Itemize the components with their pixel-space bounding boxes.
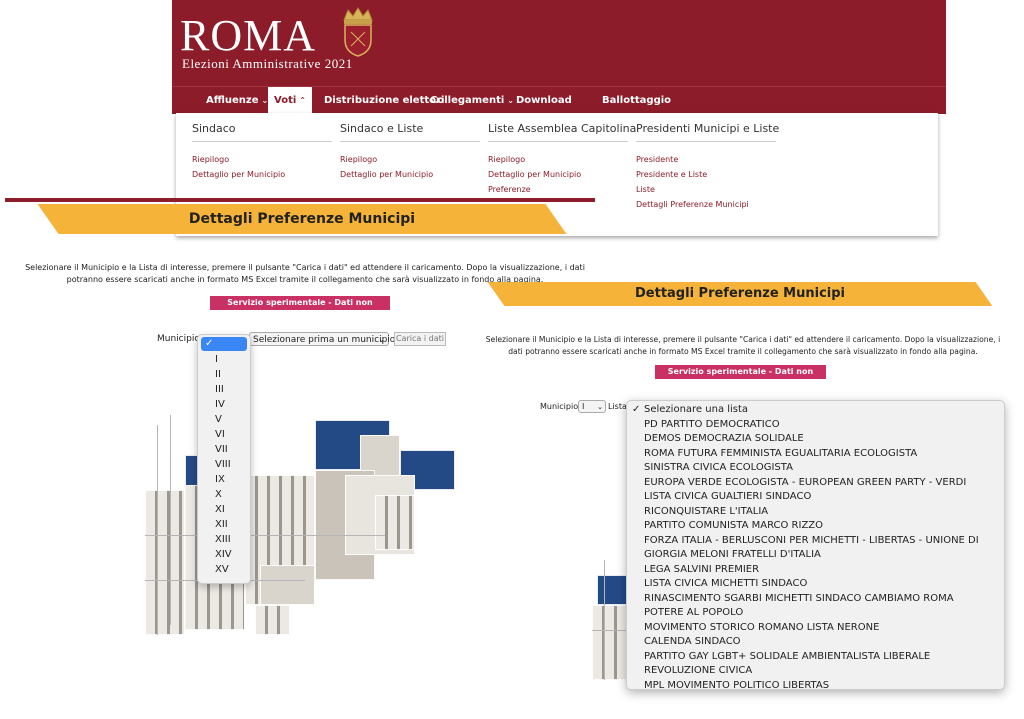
checkmark-icon: ✓ — [632, 404, 641, 415]
municipio-option[interactable]: VII — [215, 444, 228, 455]
lista-select[interactable]: Selezionare prima un municipio ⌄ — [249, 332, 395, 346]
municipio-dropdown-list[interactable]: ✓ I II III IV V VI VII VIII IX X XI XII … — [197, 334, 251, 584]
lista-option[interactable]: FORZA ITALIA - BERLUSCONI PER MICHETTI -… — [644, 535, 979, 546]
page-title: Dettagli Preferenze Municipi — [635, 286, 845, 301]
instructions-text: Selezionare il Municipio e la Lista di i… — [485, 335, 1001, 356]
municipio-option[interactable]: VI — [215, 429, 225, 440]
municipio-label: Municipio — [540, 402, 579, 411]
menu-link-dettaglio-municipio[interactable]: Dettaglio per Municipio — [192, 167, 332, 182]
lista-option-selected[interactable]: Selezionare una lista — [644, 404, 748, 415]
menu-heading: Presidenti Municipi e Liste — [636, 113, 779, 142]
menu-heading: Sindaco — [192, 113, 332, 142]
lista-option[interactable]: SINISTRA CIVICA ECOLOGISTA — [644, 462, 793, 473]
menu-heading: Liste Assemblea Capitolina — [488, 113, 636, 142]
municipio-select[interactable]: I ⌄ — [578, 400, 606, 413]
municipio-option[interactable]: IV — [215, 399, 225, 410]
lista-option[interactable]: RINASCIMENTO SGARBI MICHETTI SINDACO CAM… — [644, 593, 954, 604]
lista-option[interactable]: POTERE AL POPOLO — [644, 607, 743, 618]
lista-option[interactable]: LISTA CIVICA GUALTIERI SINDACO — [644, 491, 811, 502]
municipio-option[interactable]: VIII — [215, 459, 231, 470]
chevron-down-icon: ⌄ — [378, 335, 385, 344]
menu-heading: Sindaco e Liste — [340, 113, 480, 142]
load-data-button[interactable]: Carica i dati — [394, 332, 446, 346]
municipio-option[interactable]: XI — [215, 504, 225, 515]
municipio-option[interactable]: I — [215, 354, 218, 365]
page-title-banner: Dettagli Preferenze Municipi — [37, 204, 567, 234]
rome-crest-icon — [343, 7, 373, 57]
lista-option[interactable]: PARTITO COMUNISTA MARCO RIZZO — [644, 520, 823, 531]
municipio-option[interactable]: V — [215, 414, 222, 425]
lista-label: Lista — [608, 402, 627, 411]
lista-option[interactable]: LISTA CIVICA MICHETTI SINDACO — [644, 578, 807, 589]
municipio-option[interactable]: XII — [215, 519, 228, 530]
experimental-notice-badge: Servizio sperimentale - Dati non ufficia… — [210, 296, 390, 321]
municipio-option[interactable]: IX — [215, 474, 225, 485]
lista-option[interactable]: ROMA FUTURA FEMMINISTA EGUALITARIA ECOLO… — [644, 448, 917, 459]
menu-link-liste[interactable]: Liste — [636, 182, 776, 197]
lista-option[interactable]: EUROPA VERDE ECOLOGISTA - EUROPEAN GREEN… — [644, 477, 966, 488]
lista-option[interactable]: MOVIMENTO STORICO ROMANO LISTA NERONE — [644, 622, 879, 633]
lista-option[interactable]: LEGA SALVINI PREMIER — [644, 564, 759, 575]
municipio-option-selected[interactable]: ✓ — [201, 337, 247, 351]
municipio-option[interactable]: XIII — [215, 534, 231, 545]
menu-link-riepilogo[interactable]: Riepilogo — [340, 152, 480, 167]
menu-column-sindaco: Sindaco Riepilogo Dettaglio per Municipi… — [192, 113, 332, 182]
site-header: ROMA Elezioni Amministrative 2021 — [172, 0, 946, 86]
nav-download[interactable]: Download — [510, 87, 578, 114]
municipio-option[interactable]: X — [215, 489, 222, 500]
page-title-banner: Dettagli Preferenze Municipi — [487, 282, 993, 306]
menu-link-preferenze[interactable]: Preferenze — [488, 182, 628, 197]
menu-link-presidente[interactable]: Presidente — [636, 152, 776, 167]
lista-option[interactable]: CALENDA SINDACO — [644, 636, 741, 647]
menu-column-liste-assemblea: Liste Assemblea Capitolina Riepilogo Det… — [488, 113, 636, 197]
lista-option[interactable]: REVOLUZIONE CIVICA — [644, 665, 752, 676]
menu-column-sindaco-liste: Sindaco e Liste Riepilogo Dettaglio per … — [340, 113, 480, 182]
nav-collegamenti[interactable]: Collegamenti ⌄ — [424, 87, 520, 114]
chevron-down-icon: ⌄ — [597, 403, 603, 411]
municipio-option[interactable]: III — [215, 384, 224, 395]
lista-option[interactable]: PARTITO GAY LGBT+ SOLIDALE AMBIENTALISTA… — [644, 651, 930, 662]
main-nav: Affluenze ⌄ Voti ⌃ Distribuzione elettori … — [172, 86, 946, 114]
menu-link-riepilogo[interactable]: Riepilogo — [192, 152, 332, 167]
site-logo-title[interactable]: ROMA — [180, 10, 316, 62]
lista-option[interactable]: GIORGIA MELONI FRATELLI D'ITALIA — [644, 549, 821, 560]
nav-voti[interactable]: Voti ⌃ — [268, 87, 312, 114]
menu-link-dettagli-preferenze-municipi[interactable]: Dettagli Preferenze Municipi — [636, 197, 776, 212]
municipio-option[interactable]: XIV — [215, 549, 232, 560]
menu-link-riepilogo[interactable]: Riepilogo — [488, 152, 628, 167]
lista-option[interactable]: DEMOS DEMOCRAZIA SOLIDALE — [644, 433, 804, 444]
lista-option[interactable]: MPL MOVIMENTO POLITICO LIBERTAS — [644, 680, 829, 690]
site-logo-subtitle: Elezioni Amministrative 2021 — [182, 56, 353, 71]
nav-ballottaggio[interactable]: Ballottaggio — [596, 87, 677, 114]
lista-option[interactable]: RICONQUISTARE L'ITALIA — [644, 506, 768, 517]
lista-dropdown-list[interactable]: ✓ Selezionare una lista PD PARTITO DEMOC… — [626, 400, 1005, 690]
menu-column-presidenti-municipi: Presidenti Municipi e Liste Presidente P… — [636, 113, 779, 212]
menu-link-presidente-liste[interactable]: Presidente e Liste — [636, 167, 776, 182]
eur-photo-mosaic — [145, 415, 460, 635]
nav-affluenze[interactable]: Affluenze ⌄ — [200, 87, 274, 114]
lista-option[interactable]: PD PARTITO DEMOCRATICO — [644, 419, 780, 430]
menu-link-dettaglio-municipio[interactable]: Dettaglio per Municipio — [340, 167, 480, 182]
header-bottom-rule — [5, 198, 595, 202]
municipio-label: Municipio — [157, 334, 200, 344]
menu-link-dettaglio-municipio[interactable]: Dettaglio per Municipio — [488, 167, 628, 182]
municipio-option[interactable]: II — [215, 369, 221, 380]
chevron-up-icon: ⌃ — [299, 96, 306, 105]
page-title: Dettagli Preferenze Municipi — [188, 211, 416, 227]
municipio-option[interactable]: XV — [215, 564, 229, 575]
experimental-notice-badge: Servizio sperimentale - Dati non ufficia… — [655, 365, 826, 390]
